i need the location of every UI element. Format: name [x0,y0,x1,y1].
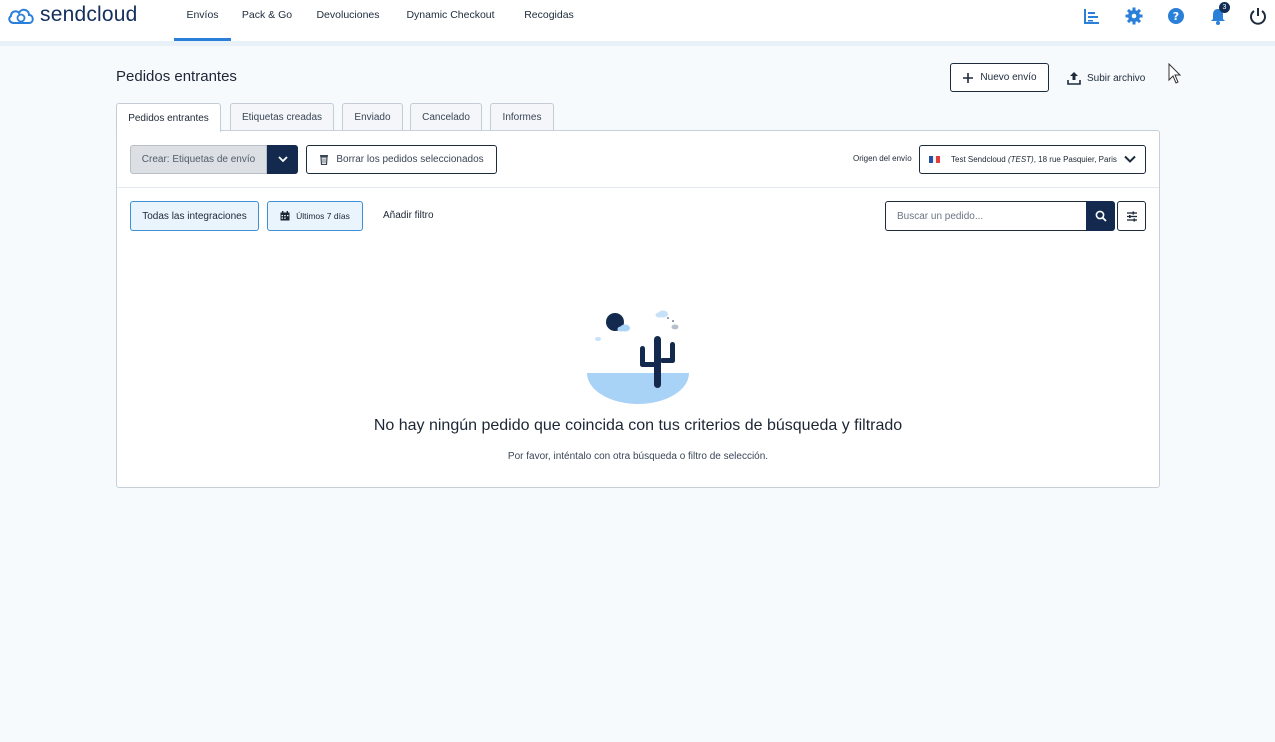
tab-cancelado[interactable]: Cancelado [410,103,482,131]
upload-label: Subir archivo [1087,72,1146,84]
plus-icon [963,72,974,83]
actions-toolbar: Crear: Etiquetas de envío Borrar los ped… [117,131,1159,188]
search-icon [1095,210,1107,222]
origin-select[interactable]: Test Sendcloud (TEST), 18 rue Pasquier, … [919,145,1146,174]
integrations-filter-label: Todas las integraciones [142,210,247,222]
delete-selected-label: Borrar los pedidos seleccionados [336,154,484,165]
orders-panel: Crear: Etiquetas de envío Borrar los ped… [116,130,1160,488]
nav-item-devoluciones[interactable]: Devoluciones [303,0,393,41]
origin-test-tag: (TEST) [1007,155,1034,164]
date-filter-label: Últimos 7 días [296,211,350,221]
upload-file-button[interactable]: Subir archivo [1067,67,1145,89]
sliders-icon [1126,211,1137,221]
filter-bar: Todas las integraciones Últimos 7 días A… [117,201,1159,231]
logo-text: sendcloud [40,3,138,26]
origin-name: Test Sendcloud [951,155,1006,164]
tab-label: Informes [502,112,542,123]
new-shipment-label: Nuevo envío [980,72,1037,83]
tab-label: Cancelado [422,112,470,123]
empty-state-subtitle: Por favor, inténtalo con otra búsqueda o… [507,451,769,462]
create-labels-label: Crear: Etiquetas de envío [141,154,256,165]
settings-gear-icon[interactable] [1124,6,1144,26]
nav-item-envios[interactable]: Envíos [174,0,231,41]
topbar-divider [0,41,1275,46]
chevron-down-icon [277,156,288,163]
nav-item-label: Envíos [186,9,219,21]
filter-settings-button[interactable] [1117,201,1146,231]
nav-item-label: Pack & Go [241,9,293,21]
tab-pedidos-entrantes[interactable]: Pedidos entrantes [116,103,221,132]
main-nav: Envíos Pack & Go Devoluciones Dynamic Ch… [174,0,590,41]
cloud-logo-icon [8,8,34,24]
france-flag-icon [929,156,941,163]
analytics-icon[interactable] [1082,6,1102,26]
tab-enviado[interactable]: Enviado [342,103,403,131]
tab-label: Etiquetas creadas [241,112,323,123]
upload-icon [1067,72,1081,85]
date-filter-button[interactable]: Últimos 7 días [267,201,363,231]
calendar-icon [280,211,290,221]
nav-item-label: Devoluciones [316,9,380,21]
notifications-bell-icon[interactable]: 3 [1208,2,1230,26]
origin-label: Origen del envío [853,154,912,163]
nav-item-pack-and-go[interactable]: Pack & Go [231,0,303,41]
empty-state-title: No hay ningún pedido que coincida con tu… [373,417,903,434]
nav-item-dynamic-checkout[interactable]: Dynamic Checkout [393,0,508,41]
new-shipment-button[interactable]: Nuevo envío [950,63,1049,92]
trash-icon [320,155,329,165]
svg-text:?: ? [1173,10,1179,23]
help-icon[interactable]: ? [1166,6,1186,26]
create-options-dropdown[interactable] [267,145,298,174]
tab-label: Enviado [354,112,391,123]
top-navigation-bar: sendcloud Envíos Pack & Go Devoluciones … [0,0,1275,41]
tab-etiquetas-creadas[interactable]: Etiquetas creadas [230,103,334,131]
nav-item-label: Dynamic Checkout [406,9,495,21]
notification-count-badge: 3 [1219,2,1230,13]
origin-address: , 18 rue Pasquier, Paris [1033,155,1117,164]
tab-label: Pedidos entrantes [128,112,209,124]
power-icon[interactable] [1248,6,1268,26]
nav-item-recogidas[interactable]: Recogidas [508,0,590,41]
search-button[interactable] [1086,201,1115,231]
delete-selected-orders-button[interactable]: Borrar los pedidos seleccionados [306,145,497,174]
tab-informes[interactable]: Informes [490,103,554,131]
mouse-cursor-icon [1168,63,1182,84]
integrations-filter-button[interactable]: Todas las integraciones [130,201,259,231]
order-search-input[interactable] [885,201,1086,231]
chevron-down-icon [1124,155,1136,163]
page-title: Pedidos entrantes [116,68,237,85]
empty-state-desert-illustration [587,310,689,404]
nav-item-label: Recogidas [524,9,574,21]
add-filter-link[interactable]: Añadir filtro [383,210,434,221]
sendcloud-logo[interactable]: sendcloud [6,3,138,27]
create-labels-button[interactable]: Crear: Etiquetas de envío [130,145,267,174]
